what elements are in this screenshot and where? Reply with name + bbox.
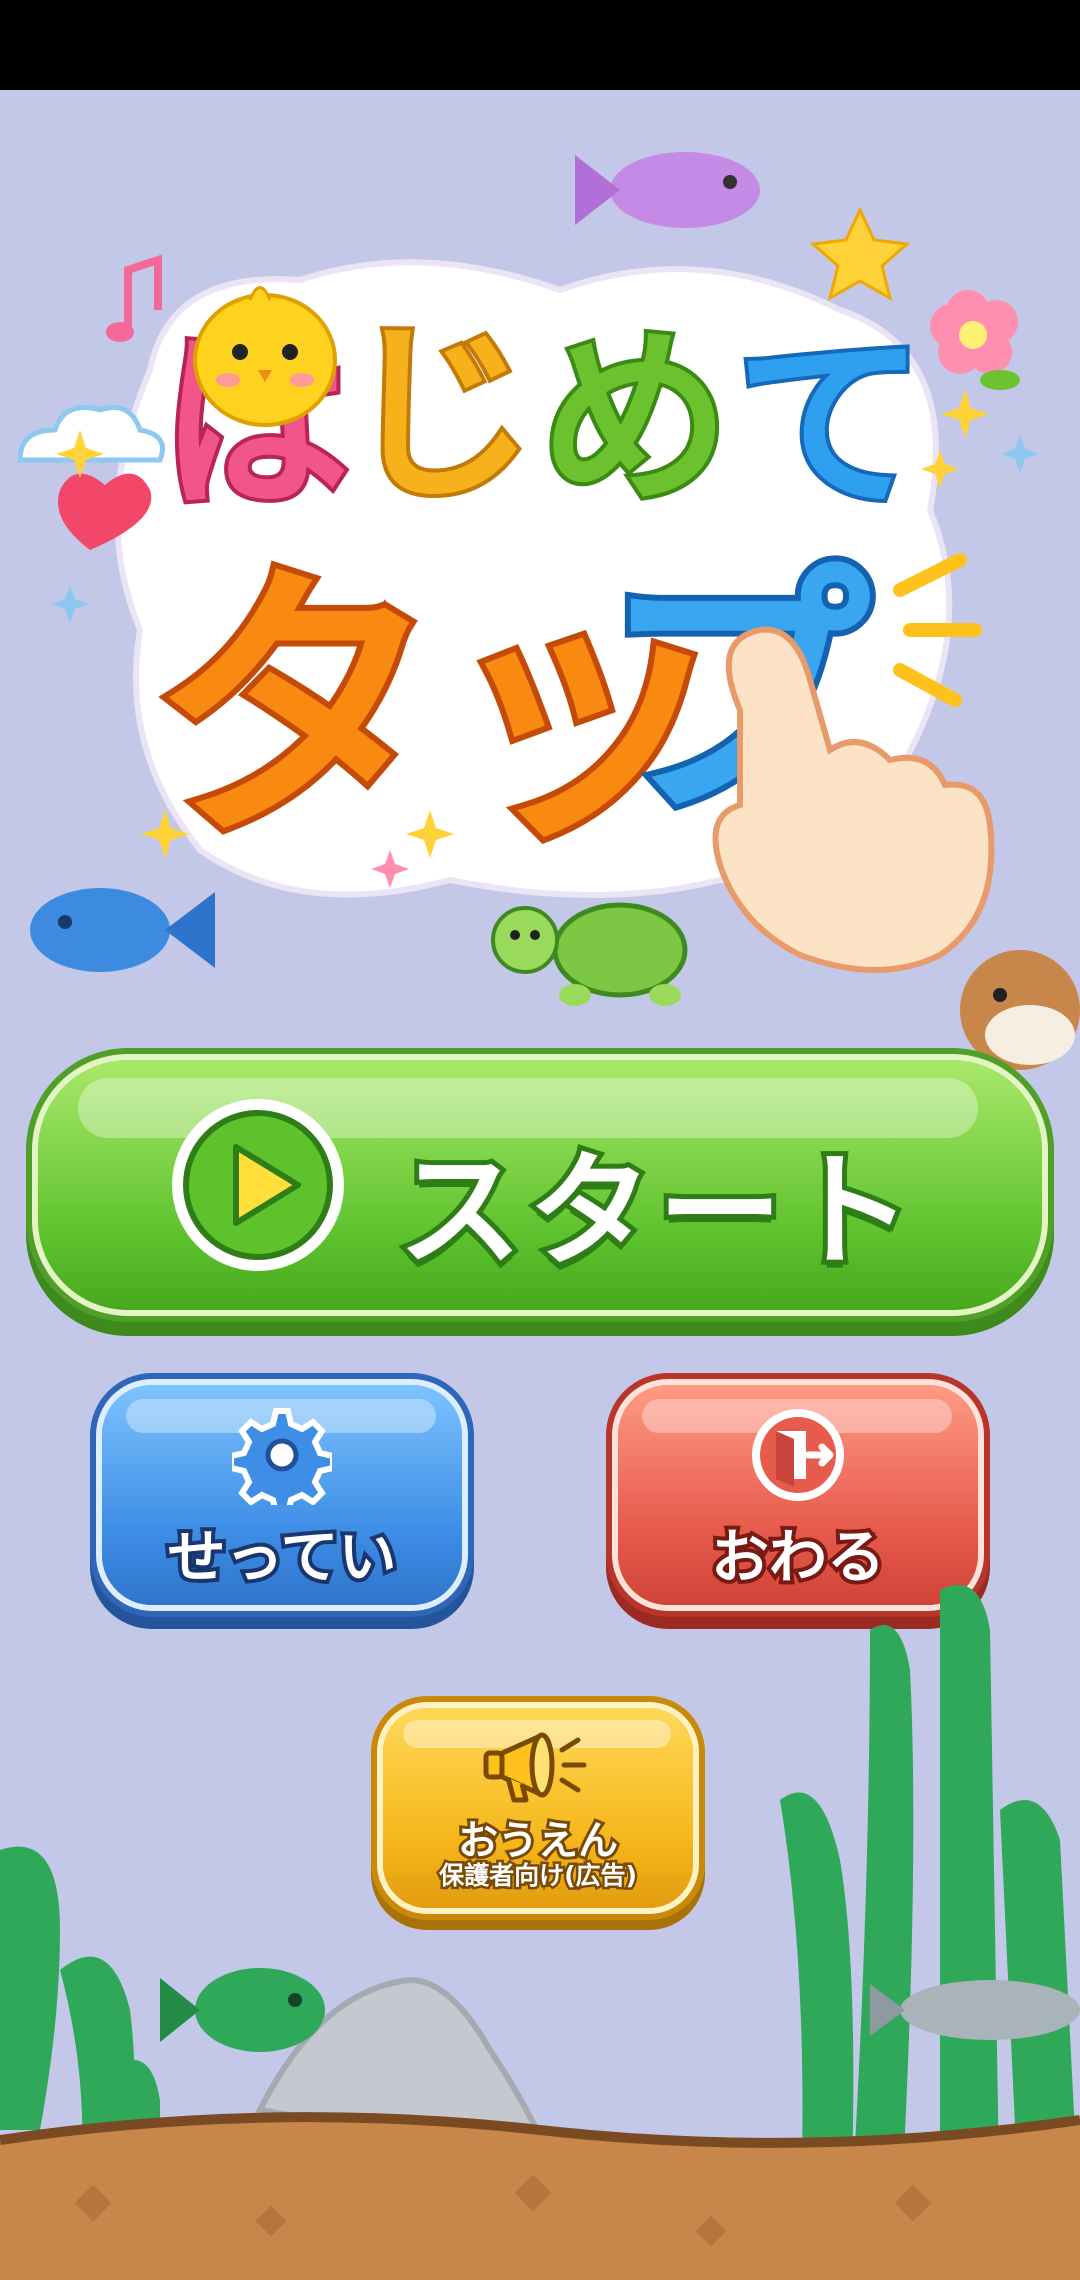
logo-char-3: め (540, 309, 730, 530)
play-icon (172, 1099, 344, 1271)
star-decoration (809, 206, 911, 302)
logo-char-4: て (735, 314, 925, 535)
start-button[interactable]: スタート (38, 1060, 1042, 1310)
fish-blue-decoration (30, 888, 215, 972)
support-button[interactable]: おうえん 保護者向け(広告) (383, 1708, 693, 1908)
turtle-decoration (491, 902, 688, 1006)
start-button-label: スタート (393, 1135, 919, 1289)
game-logo: は じ め て タッ プ (17, 152, 1080, 1070)
logo-char-2: じ (345, 304, 535, 525)
flower-decoration (930, 290, 1020, 390)
exit-door-icon (752, 1409, 844, 1501)
support-button-sublabel: 保護者向け(広告) (437, 1859, 640, 1893)
title-screen: は じ め て タッ プ (0, 90, 1080, 2280)
megaphone-icon (483, 1732, 587, 1803)
pufferfish-decoration (960, 950, 1080, 1070)
gear-icon (232, 1408, 332, 1505)
seabed-scene (0, 1585, 1080, 2280)
fish-green-decoration (160, 1968, 325, 2052)
status-bar (0, 0, 1080, 90)
music-note-decoration (106, 254, 162, 342)
fish-purple-decoration (575, 152, 760, 228)
